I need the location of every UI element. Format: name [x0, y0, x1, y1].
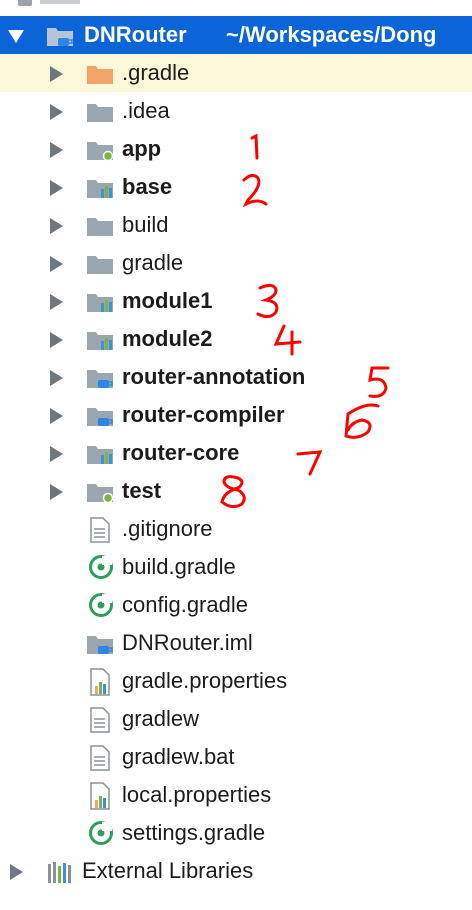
tree-item-router-core[interactable]: router-core	[0, 434, 472, 472]
library-module-folder-icon	[87, 294, 113, 312]
orange-folder-icon	[87, 66, 113, 84]
tree-item-build[interactable]: build	[0, 206, 472, 244]
file-label: gradle.properties	[122, 668, 288, 693]
text-file-icon	[90, 517, 110, 543]
app-module-folder-icon	[87, 484, 114, 503]
expand-arrow-icon[interactable]	[50, 104, 63, 120]
tree-file-gradlew-bat[interactable]: gradlew.bat	[0, 738, 472, 776]
header-fragment	[18, 0, 32, 6]
expand-arrow-icon[interactable]	[50, 408, 63, 424]
gray-folder-icon	[87, 104, 113, 122]
tree-item-label: app	[122, 136, 162, 161]
properties-file-icon	[90, 668, 110, 696]
text-file-icon	[90, 707, 110, 733]
project-tree-panel: DNRouter ~/Workspaces/Dong .gradle .idea…	[0, 0, 472, 910]
expand-arrow-icon[interactable]	[10, 864, 23, 880]
java-module-folder-icon	[87, 408, 113, 426]
expand-arrow-icon[interactable]	[50, 446, 63, 462]
library-module-folder-icon	[87, 332, 113, 350]
tree-file-gradle-properties[interactable]: gradle.properties	[0, 662, 472, 700]
tree-item-label: module2	[122, 326, 213, 351]
text-file-icon	[90, 745, 110, 771]
panel-header-strip	[0, 0, 472, 16]
app-module-folder-icon	[87, 142, 114, 161]
file-label: config.gradle	[122, 592, 248, 617]
collapse-arrow-icon[interactable]	[8, 30, 24, 43]
tree-item-test[interactable]: test	[0, 472, 472, 510]
gray-folder-icon	[87, 218, 113, 236]
tree-item-router-compiler[interactable]: router-compiler	[0, 396, 472, 434]
tree-item-gradle[interactable]: gradle	[0, 244, 472, 282]
file-label: gradlew.bat	[122, 744, 235, 769]
tree-item-label: base	[122, 174, 173, 199]
tree-item-label: gradle	[122, 250, 184, 275]
tree-file-settings-gradle[interactable]: settings.gradle	[0, 814, 472, 852]
tree-item-label: module1	[122, 288, 213, 313]
tree-item-external-libraries[interactable]: External Libraries	[0, 852, 472, 890]
expand-arrow-icon[interactable]	[50, 294, 63, 310]
tree-item-router-annotation[interactable]: router-annotation	[0, 358, 472, 396]
tree-file-dnrouter-iml[interactable]: DNRouter.iml	[0, 624, 472, 662]
tree-item-label: router-core	[122, 440, 240, 465]
library-module-folder-icon	[87, 180, 113, 198]
library-module-folder-icon	[87, 446, 113, 464]
expand-arrow-icon[interactable]	[50, 370, 63, 386]
tree-item-label: .gradle	[122, 60, 190, 85]
file-label: settings.gradle	[122, 820, 266, 845]
tree-item-module1[interactable]: module1	[0, 282, 472, 320]
gradle-file-icon	[89, 593, 113, 617]
expand-arrow-icon[interactable]	[50, 332, 63, 348]
expand-arrow-icon[interactable]	[50, 66, 63, 82]
expand-arrow-icon[interactable]	[50, 484, 63, 500]
tree-item-label: router-annotation	[122, 364, 306, 389]
module-folder-icon	[47, 28, 73, 46]
file-label: build.gradle	[122, 554, 236, 579]
tree-item-label: External Libraries	[82, 858, 254, 883]
tree-file-build-gradle[interactable]: build.gradle	[0, 548, 472, 586]
root-project-name: DNRouter	[84, 22, 187, 47]
tree-item-idea[interactable]: .idea	[0, 92, 472, 130]
tree-item-label: .idea	[122, 98, 170, 123]
expand-arrow-icon[interactable]	[50, 180, 63, 196]
tree-root-row[interactable]: DNRouter ~/Workspaces/Dong	[0, 16, 472, 54]
tree-item-label: router-compiler	[122, 402, 285, 427]
tree-item-label: build	[122, 212, 169, 237]
tree-file-config-gradle[interactable]: config.gradle	[0, 586, 472, 624]
tree-item-label: test	[122, 478, 162, 503]
tree-file-gradlew[interactable]: gradlew	[0, 700, 472, 738]
java-module-folder-icon	[87, 370, 113, 388]
file-label: .gitignore	[122, 516, 213, 541]
header-fragment	[40, 0, 80, 4]
properties-file-icon	[90, 782, 110, 810]
tree-file-gitignore[interactable]: .gitignore	[0, 510, 472, 548]
tree-item-gradle-dir[interactable]: .gradle	[0, 54, 472, 92]
external-libraries-icon	[48, 862, 71, 883]
file-label: gradlew	[122, 706, 200, 731]
tree-item-base[interactable]: base	[0, 168, 472, 206]
tree-item-app[interactable]: app	[0, 130, 472, 168]
tree-file-local-properties[interactable]: local.properties	[0, 776, 472, 814]
gray-folder-icon	[87, 256, 113, 274]
file-label: DNRouter.iml	[122, 630, 253, 655]
expand-arrow-icon[interactable]	[50, 218, 63, 234]
file-label: local.properties	[122, 782, 272, 807]
gradle-file-icon	[89, 821, 113, 845]
gradle-file-icon	[89, 555, 113, 579]
root-project-path: ~/Workspaces/Dong	[226, 22, 437, 47]
expand-arrow-icon[interactable]	[50, 142, 63, 158]
tree-item-module2[interactable]: module2	[0, 320, 472, 358]
iml-file-icon	[87, 636, 113, 654]
expand-arrow-icon[interactable]	[50, 256, 63, 272]
